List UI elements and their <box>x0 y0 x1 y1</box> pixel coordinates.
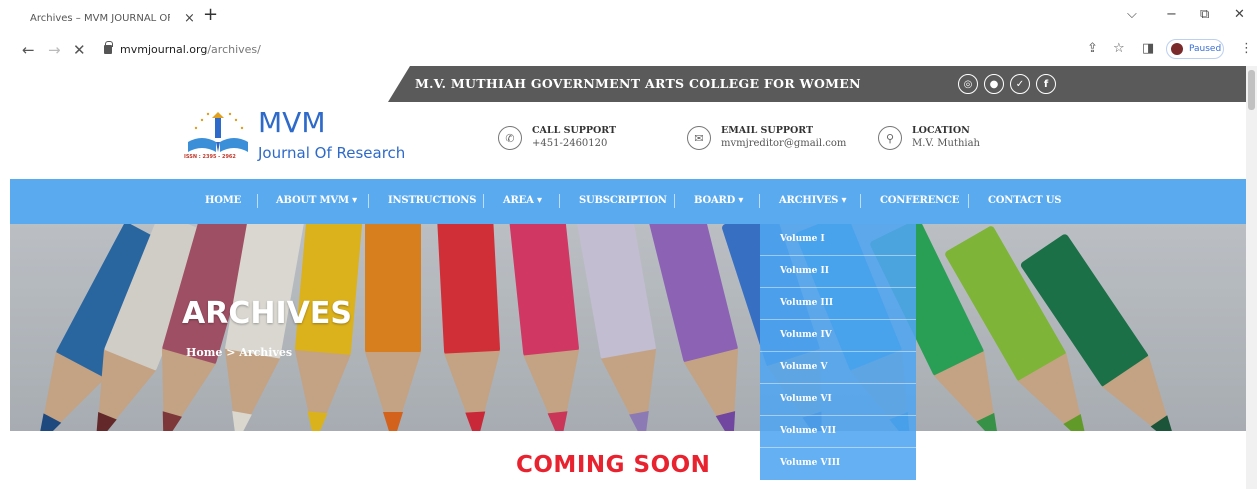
tab-title: Archives – MVM JOURNAL OF F <box>30 12 170 24</box>
contact-label: LOCATION <box>912 125 970 136</box>
nav-contact-us[interactable]: CONTACT US <box>988 195 1061 206</box>
tab-search-icon[interactable]: ⌵ <box>1127 7 1137 22</box>
profile-status: Paused <box>1189 44 1222 54</box>
back-button[interactable]: ← <box>22 41 35 59</box>
nav-divider <box>559 194 560 208</box>
logo-subtitle: Journal Of Research <box>258 144 406 162</box>
browser-tabstrip: Archives – MVM JOURNAL OF F × + ⌵ − ⧉ ✕ <box>0 0 1257 33</box>
email-support: ✉ EMAIL SUPPORT mvmjreditor@gmail.com <box>687 124 846 150</box>
url-host: mvmjournal.org <box>120 43 208 56</box>
archives-volume-5[interactable]: Volume V <box>760 352 916 384</box>
nav-area[interactable]: AREA ▾ <box>503 195 542 206</box>
archives-volume-3[interactable]: Volume III <box>760 288 916 320</box>
lock-icon[interactable] <box>104 41 113 54</box>
restore-button[interactable]: ⧉ <box>1200 7 1209 22</box>
college-name: M.V. MUTHIAH GOVERNMENT ARTS COLLEGE FOR… <box>415 76 861 91</box>
chevron-down-icon: ▾ <box>841 195 847 206</box>
call-support: ✆ CALL SUPPORT +451-2460120 <box>498 124 616 150</box>
logo-title: MVM <box>258 106 326 139</box>
archives-volume-6[interactable]: Volume VI <box>760 384 916 416</box>
profile-button[interactable]: Paused <box>1166 39 1224 59</box>
facebook-icon[interactable]: f <box>1036 74 1056 94</box>
contact-value: +451-2460120 <box>532 138 608 149</box>
coming-soon-heading: COMING SOON <box>516 452 711 478</box>
archives-volume-2[interactable]: Volume II <box>760 256 916 288</box>
stop-button[interactable]: ✕ <box>73 41 86 59</box>
hero-banner: ARCHIVES Home > Archives <box>10 224 1246 431</box>
breadcrumb-current: Archives <box>239 346 293 359</box>
web-page: M.V. MUTHIAH GOVERNMENT ARTS COLLEGE FOR… <box>10 66 1246 489</box>
breadcrumb-home[interactable]: Home <box>186 346 222 359</box>
archives-volume-7[interactable]: Volume VII <box>760 416 916 448</box>
chevron-down-icon: ▾ <box>536 195 542 206</box>
minimize-button[interactable]: − <box>1166 7 1177 22</box>
nav-label: ABOUT MVM <box>276 195 349 206</box>
contact-value[interactable]: mvmjreditor@gmail.com <box>721 137 846 150</box>
contact-label: EMAIL SUPPORT <box>721 125 814 136</box>
address-bar-row: ← → ✕ mvmjournal.org/archives/ ⇪ ☆ ◨ Pau… <box>0 33 1257 66</box>
avatar <box>1171 43 1183 55</box>
location-icon: ⚲ <box>878 126 902 150</box>
archives-volume-8[interactable]: Volume VIII <box>760 448 916 480</box>
url-field[interactable]: mvmjournal.org/archives/ <box>120 43 261 56</box>
browser-menu-icon[interactable]: ⋮ <box>1240 41 1253 56</box>
breadcrumb: Home > Archives <box>186 346 292 359</box>
site-logo[interactable]: MVM Journal Of Research ISSN : 2395 - 29… <box>182 106 407 166</box>
nav-home[interactable]: HOME <box>205 195 241 206</box>
nav-divider <box>483 194 484 208</box>
browser-tab[interactable]: Archives – MVM JOURNAL OF F × <box>30 6 195 30</box>
archives-volume-1[interactable]: Volume I <box>760 224 916 256</box>
nav-divider <box>968 194 969 208</box>
twitter-icon[interactable]: ✓ <box>1010 74 1030 94</box>
nav-divider <box>759 194 760 208</box>
archives-dropdown: Volume I Volume II Volume III Volume IV … <box>760 224 916 480</box>
nav-divider <box>368 194 369 208</box>
close-window-button[interactable]: ✕ <box>1234 7 1245 22</box>
phone-icon: ✆ <box>498 126 522 150</box>
chevron-down-icon: ▾ <box>352 195 357 206</box>
nav-subscription[interactable]: SUBSCRIPTION <box>579 195 667 206</box>
bookmark-star-icon[interactable]: ☆ <box>1113 41 1125 56</box>
top-bar: M.V. MUTHIAH GOVERNMENT ARTS COLLEGE FOR… <box>10 66 1246 104</box>
url-path: /archives/ <box>207 43 261 56</box>
email-icon: ✉ <box>687 126 711 150</box>
share-icon[interactable]: ⇪ <box>1087 41 1098 56</box>
main-nav: HOME ABOUT MVM ▾ INSTRUCTIONS AREA ▾ SUB… <box>10 179 1246 224</box>
page-title: ARCHIVES <box>182 296 352 331</box>
breadcrumb-separator: > <box>226 346 236 359</box>
nav-divider <box>860 194 861 208</box>
nav-divider <box>674 194 675 208</box>
nav-label: BOARD <box>694 195 736 206</box>
nav-conference[interactable]: CONFERENCE <box>880 195 959 206</box>
new-tab-button[interactable]: + <box>203 4 218 25</box>
contact-value: M.V. Muthiah <box>912 138 980 149</box>
contact-label: CALL SUPPORT <box>532 125 617 136</box>
nav-instructions[interactable]: INSTRUCTIONS <box>388 195 476 206</box>
side-panel-icon[interactable]: ◨ <box>1142 41 1154 56</box>
nav-divider <box>257 194 258 208</box>
nav-archives[interactable]: ARCHIVES ▾ <box>779 195 846 206</box>
chevron-down-icon: ▾ <box>738 195 744 206</box>
social-icon-2[interactable]: ● <box>984 74 1004 94</box>
nav-about-mvm[interactable]: ABOUT MVM ▾ <box>276 195 357 206</box>
nav-label: AREA <box>503 195 534 206</box>
page-scrollbar[interactable] <box>1246 66 1257 489</box>
location: ⚲ LOCATION M.V. Muthiah <box>878 124 980 150</box>
tab-close-icon[interactable]: × <box>184 11 195 26</box>
scrollbar-thumb[interactable] <box>1248 70 1255 110</box>
instagram-icon[interactable]: ◎ <box>958 74 978 94</box>
archives-volume-4[interactable]: Volume IV <box>760 320 916 352</box>
nav-label: ARCHIVES <box>779 195 839 206</box>
forward-button[interactable]: → <box>48 41 61 59</box>
logo-issn: ISSN : 2395 - 2962 <box>184 154 236 160</box>
nav-board[interactable]: BOARD ▾ <box>694 195 743 206</box>
